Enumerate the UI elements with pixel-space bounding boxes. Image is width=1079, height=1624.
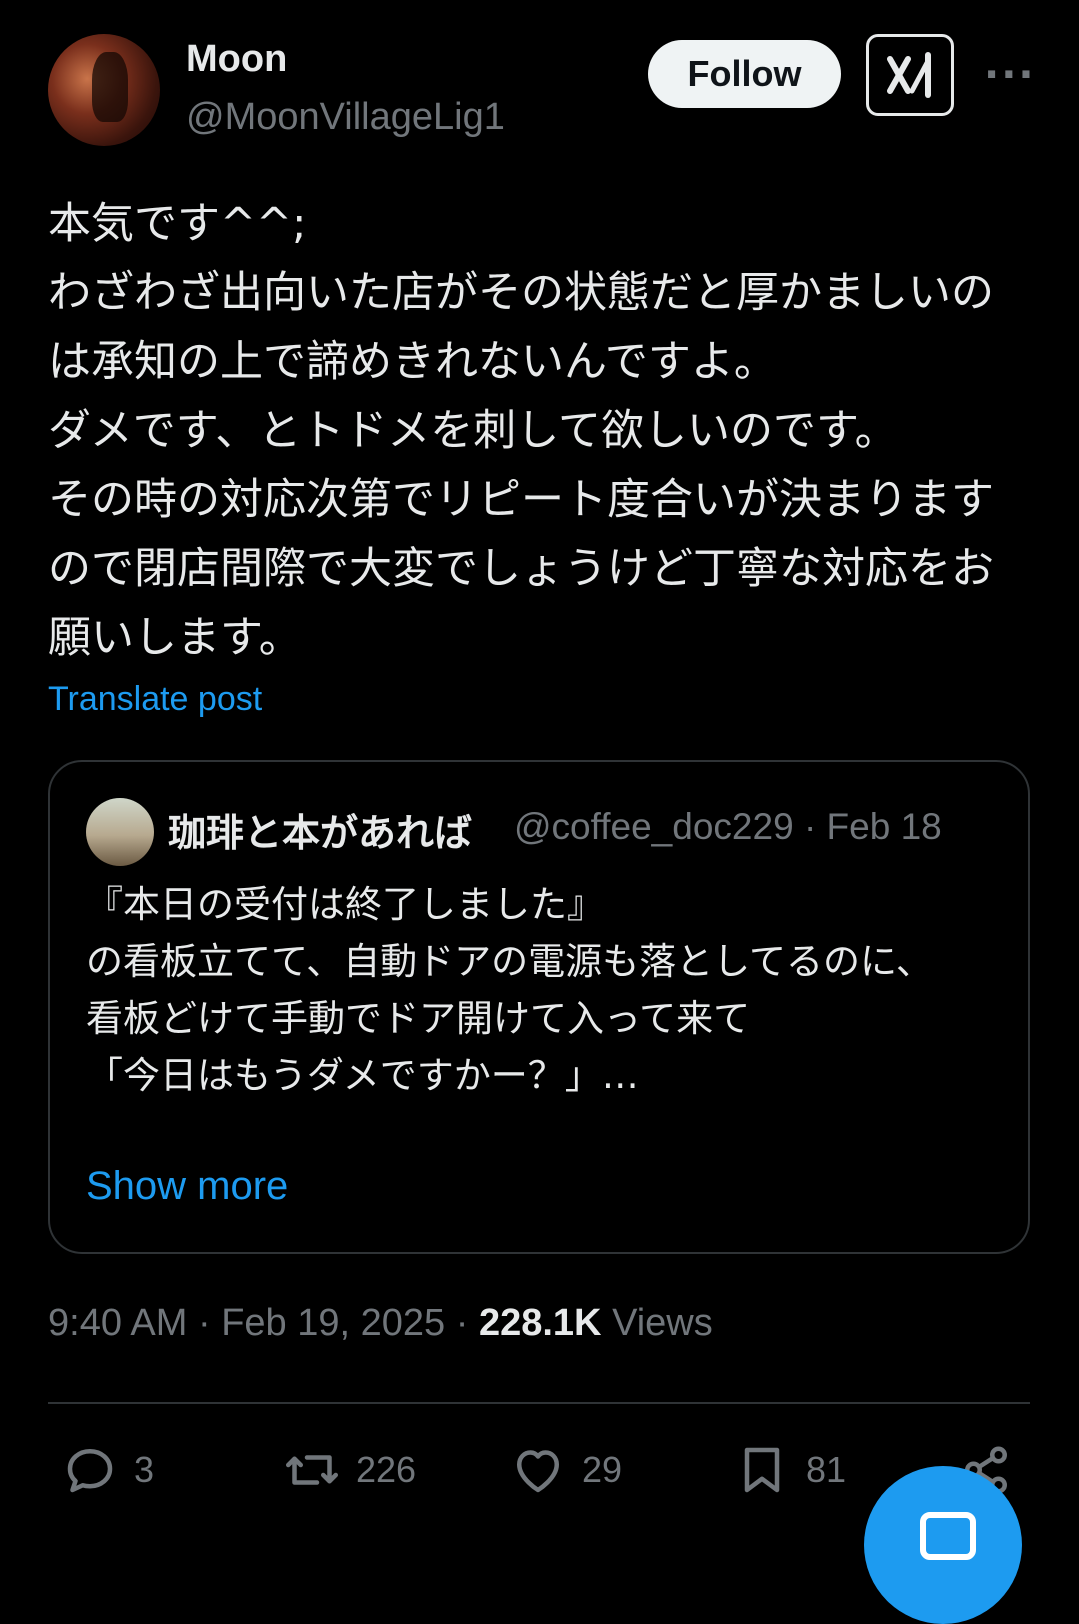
bookmark-count: 81 [806,1449,847,1490]
show-more-link[interactable]: Show more [86,1164,288,1209]
follow-button[interactable]: Follow [648,40,841,108]
more-dots-icon[interactable]: ··· [984,52,1036,98]
like-button[interactable]: 29 [508,1440,622,1500]
repost-icon [286,1455,338,1485]
compose-reply-button[interactable] [864,1466,1022,1624]
post-header: Moon @MoonVillageLig1 Follow ··· [48,34,1038,148]
repost-count: 226 [356,1449,417,1490]
quote-author-name: 珈琲と本があれば [168,811,473,855]
repost-button[interactable]: 226 [282,1440,416,1500]
meta-separator: · [455,1302,469,1344]
quote-separator: · [803,806,817,847]
reply-icon [67,1449,113,1493]
heart-icon [517,1450,559,1493]
bookmark-icon [744,1447,780,1493]
quote-meta: @coffee_doc229 · Feb 18 [514,806,942,848]
quote-author-avatar [86,798,154,866]
quoted-post[interactable]: 珈琲と本があれば @coffee_doc229 · Feb 18 『本日の受付は… [48,760,1030,1254]
post-meta: 9:40 AM · Feb 19, 2025 · 228.1K Views [48,1302,713,1345]
reply-button[interactable]: 3 [60,1440,154,1500]
quote-author-handle: @coffee_doc229 [514,806,794,847]
grok-icon [887,52,931,98]
translate-post-link[interactable]: Translate post [48,680,262,719]
meta-separator: · [197,1302,211,1344]
views-label: Views [612,1302,713,1344]
bookmark-button[interactable]: 81 [732,1440,846,1500]
post-text: 本気です^^; わざわざ出向いた店がその状態だと厚かましいのは承知の上で諦めきれ… [48,199,994,663]
post-time[interactable]: 9:40 AM [48,1302,187,1344]
views-count: 228.1K [478,1302,602,1344]
post-date[interactable]: Feb 19, 2025 [221,1302,445,1344]
reply-count: 3 [134,1449,155,1490]
quote-date: Feb 18 [826,806,942,847]
quote-text: 『本日の受付は終了しました』 の看板立てて、自動ドアの電源も落としてるのに、 看… [86,883,933,1097]
author-avatar[interactable] [48,34,160,146]
author-handle[interactable]: @MoonVillageLig1 [186,96,505,139]
like-count: 29 [582,1449,623,1490]
grok-button[interactable] [866,34,954,116]
divider [48,1402,1030,1404]
author-name[interactable]: Moon [186,38,287,81]
